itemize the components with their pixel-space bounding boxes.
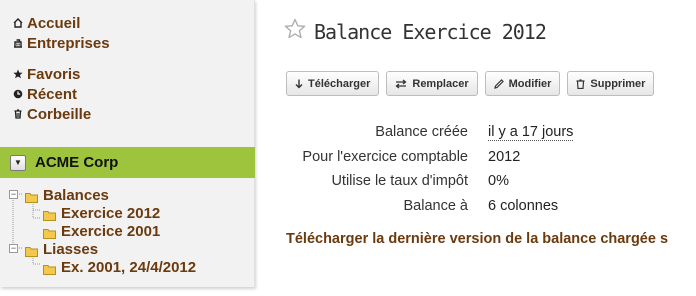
detail-value: 0% (488, 173, 509, 190)
nav-item-label: Corbeille (27, 105, 92, 123)
tree-node-ex-2001[interactable]: Ex. 2001, 24/4/2012 (43, 258, 196, 276)
nav-item-label: Entreprises (27, 34, 110, 52)
download-latest-link[interactable]: Télécharger la dernière version de la ba… (286, 231, 668, 247)
tree-node-label: Balances (43, 186, 109, 204)
detail-label: Balance créée (375, 124, 468, 141)
edit-button-label: Modifier (508, 77, 552, 90)
document-tree: − Balances Exercice 2012 Exercice 2001 −… (0, 184, 255, 280)
star-icon (12, 69, 24, 79)
swap-arrows-icon (395, 78, 407, 89)
tree-node-exercice-2012[interactable]: Exercice 2012 (43, 204, 160, 222)
detail-label: Balance à (403, 197, 469, 214)
tree-node-liasses[interactable]: − Liasses (7, 240, 98, 258)
collapse-icon[interactable]: − (9, 244, 18, 253)
tree-node-exercice-2001[interactable]: Exercice 2001 (43, 222, 160, 240)
details-list: Balance créée il y a 17 jours Pour l'exe… (270, 120, 574, 219)
home-icon (12, 18, 24, 28)
folder-icon (43, 226, 57, 239)
detail-row: Balance à 6 colonnes (270, 194, 573, 219)
nav-item-corbeille[interactable]: Corbeille (12, 104, 91, 124)
trash-icon (12, 109, 24, 119)
replace-button-label: Remplacer (412, 77, 469, 90)
tree-node-label: Ex. 2001, 24/4/2012 (61, 258, 197, 276)
nav-item-accueil[interactable]: Accueil (12, 13, 110, 33)
arrow-down-icon (295, 79, 303, 89)
page-title: Balance Exercice 2012 (314, 19, 547, 44)
nav-item-label: Récent (27, 85, 78, 103)
star-outline-icon[interactable] (284, 18, 306, 45)
company-name: ACME Corp (35, 154, 119, 171)
title-row: Balance Exercice 2012 (284, 18, 547, 45)
building-icon (12, 38, 24, 48)
sidebar: Accueil Entreprises Favoris Récent Corbe… (0, 0, 255, 287)
folder-icon (43, 262, 57, 275)
nav-item-label: Accueil (27, 14, 81, 32)
tree-node-label: Liasses (43, 240, 99, 258)
nav-secondary: Favoris Récent Corbeille (12, 64, 91, 124)
download-button-label: Télécharger (308, 77, 371, 90)
detail-row: Balance créée il y a 17 jours (270, 120, 574, 145)
action-toolbar: Télécharger Remplacer Modifier Supprimer (286, 71, 661, 96)
folder-open-icon (25, 244, 39, 257)
nav-item-label: Favoris (27, 65, 81, 83)
delete-button-label: Supprimer (590, 77, 646, 90)
detail-row: Pour l'exercice comptable 2012 (270, 145, 573, 170)
detail-value: 2012 (488, 148, 521, 165)
download-button[interactable]: Télécharger (286, 71, 380, 96)
clock-icon (12, 89, 24, 99)
caret-down-icon: ▼ (14, 158, 22, 167)
delete-button[interactable]: Supprimer (567, 71, 655, 96)
nav-item-recent[interactable]: Récent (12, 84, 91, 104)
edit-button[interactable]: Modifier (484, 71, 561, 96)
company-header: ▼ ACME Corp (0, 147, 255, 178)
detail-row: Utilise le taux d'impôt 0% (270, 169, 573, 194)
tree-node-balances[interactable]: − Balances (7, 186, 109, 204)
folder-open-icon (25, 190, 39, 203)
trash-icon (576, 78, 585, 89)
replace-button[interactable]: Remplacer (386, 71, 478, 96)
tree-node-label: Exercice 2001 (61, 222, 161, 240)
folder-icon (43, 208, 57, 221)
main-content: Balance Exercice 2012 Télécharger Rempla… (270, 0, 696, 296)
company-toggle-button[interactable]: ▼ (10, 154, 26, 171)
detail-label: Utilise le taux d'impôt (331, 173, 468, 190)
detail-value-created[interactable]: il y a 17 jours (488, 124, 574, 141)
tree-node-label: Exercice 2012 (61, 204, 161, 222)
pencil-icon (493, 78, 504, 89)
collapse-icon[interactable]: − (9, 190, 18, 199)
detail-label: Pour l'exercice comptable (302, 148, 468, 165)
nav-item-favoris[interactable]: Favoris (12, 64, 91, 84)
nav-item-entreprises[interactable]: Entreprises (12, 33, 110, 53)
detail-value: 6 colonnes (488, 197, 559, 214)
nav-primary: Accueil Entreprises (12, 13, 110, 53)
